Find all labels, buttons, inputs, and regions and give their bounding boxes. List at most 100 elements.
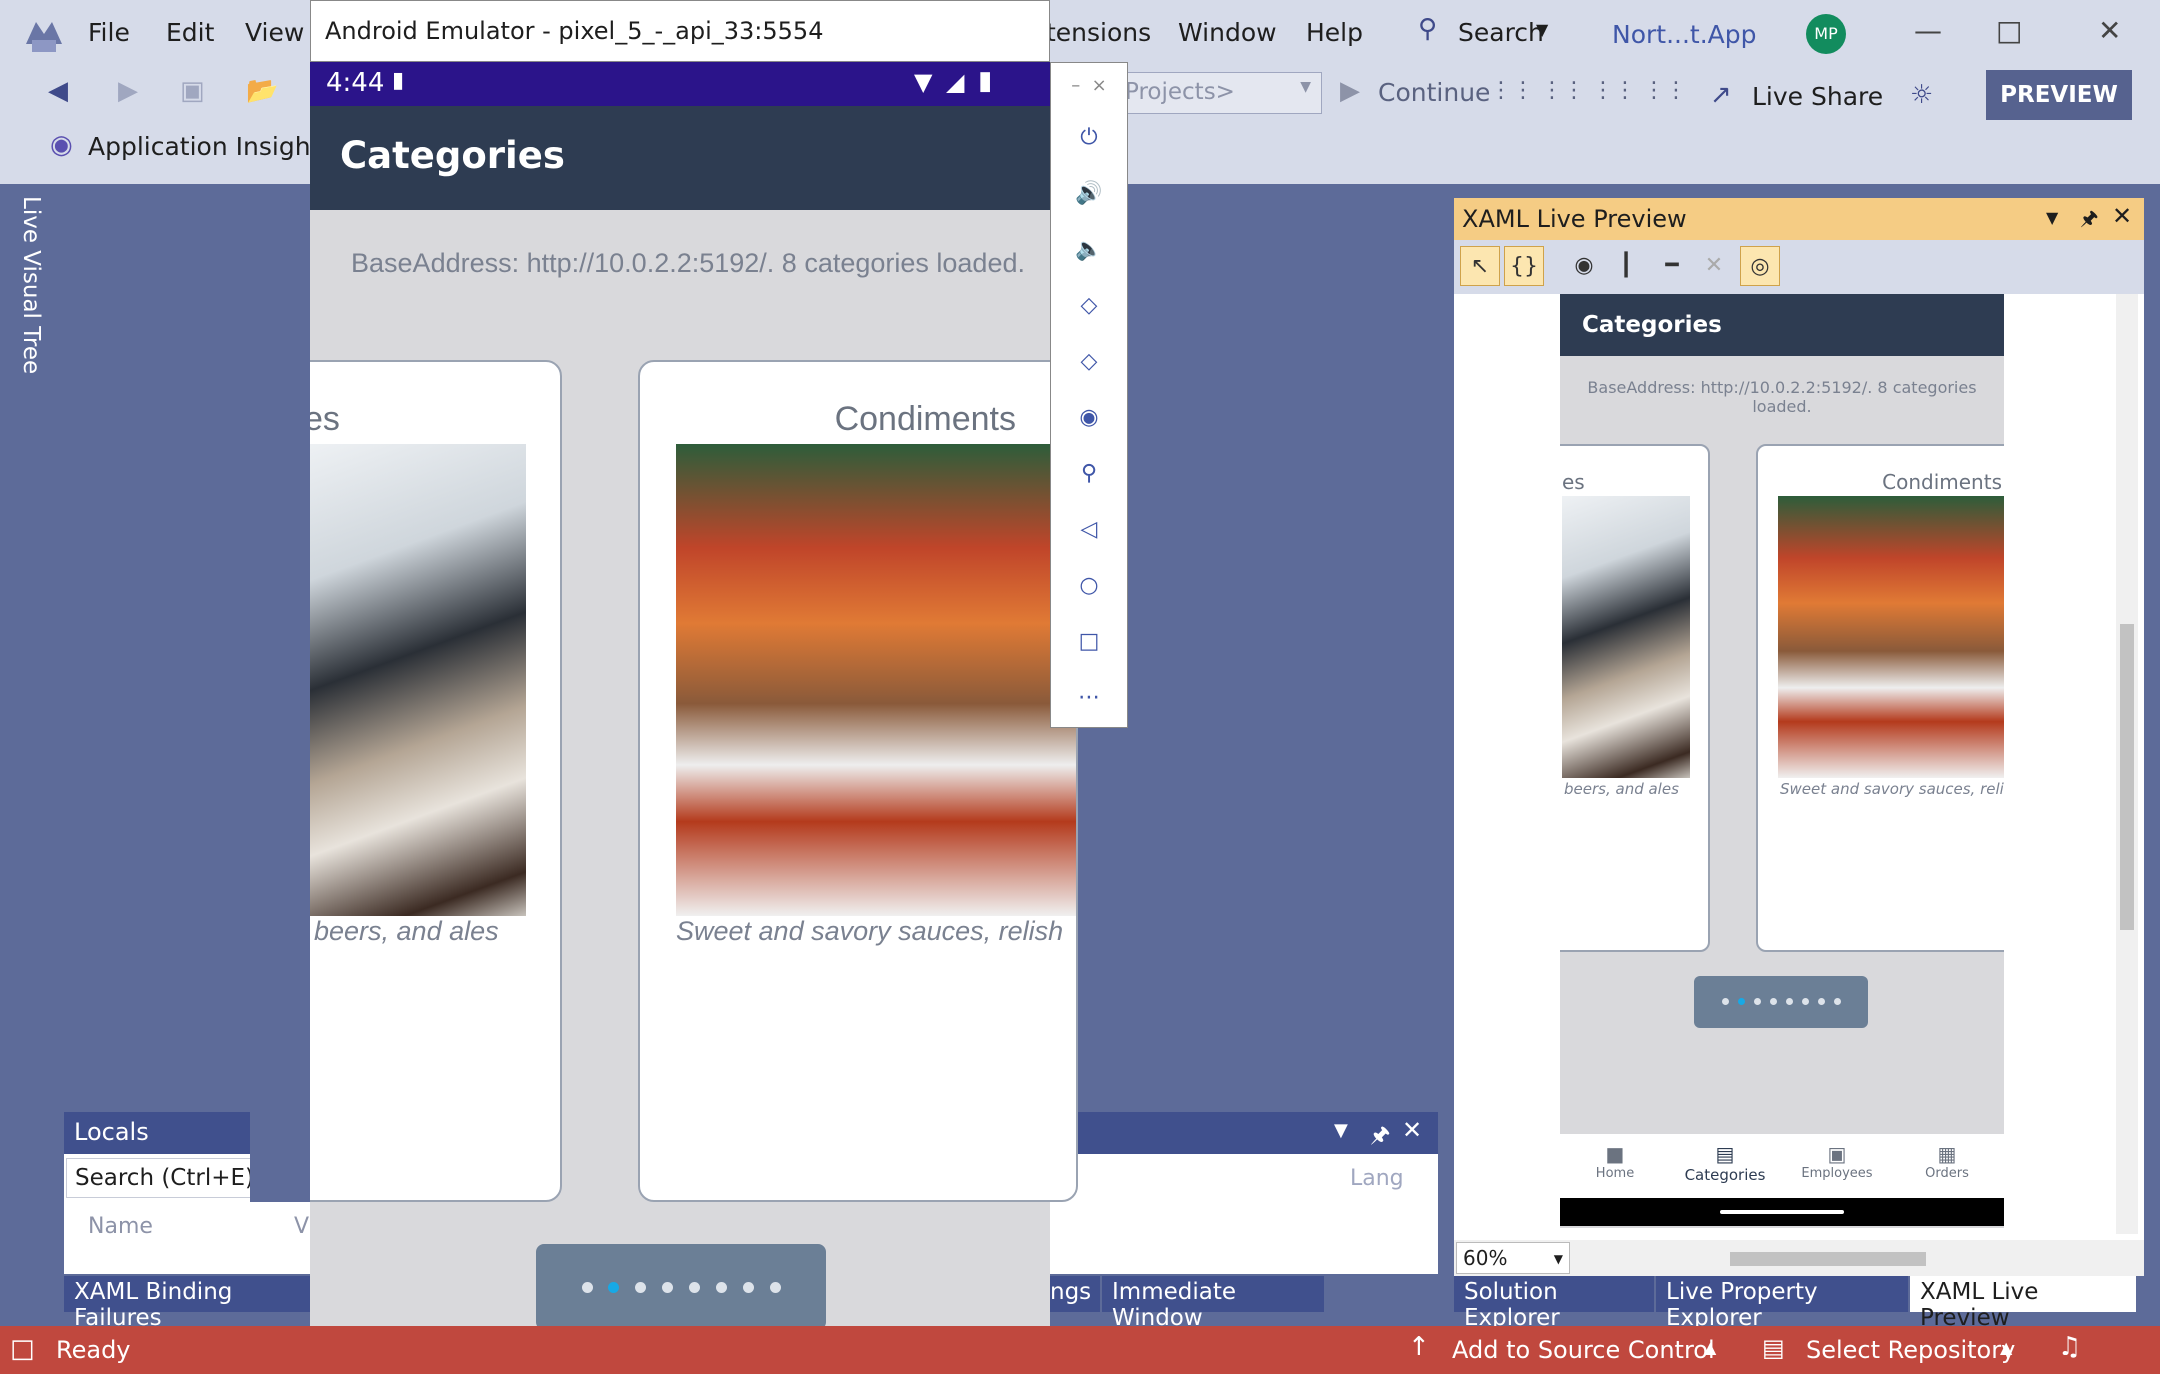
scroll-thumb[interactable] — [2120, 624, 2134, 930]
column-language[interactable]: Lang — [1350, 1166, 1404, 1191]
chevron-down-icon[interactable]: ▼ — [1334, 1120, 1348, 1141]
indicator-dot[interactable] — [1802, 998, 1809, 1005]
minimize-icon[interactable]: – × — [1051, 75, 1127, 96]
indicator-dot[interactable] — [662, 1282, 673, 1293]
select-repository[interactable]: Select Repository — [1806, 1336, 2015, 1364]
avatar[interactable]: MP — [1806, 14, 1846, 54]
continue-play-icon[interactable]: ▶ — [1340, 76, 1360, 106]
track-focus-icon[interactable]: ◎ — [1740, 246, 1780, 286]
indicator-dot[interactable] — [1754, 998, 1761, 1005]
notification-bell-icon[interactable]: ♫ — [2058, 1332, 2081, 1362]
live-share-button[interactable]: Live Share — [1752, 82, 1883, 111]
startup-projects-dropdown[interactable]: Projects> ▼ — [1114, 72, 1322, 114]
preview-bottom-bar: 60% ▼ — [1454, 1240, 2144, 1276]
menu-file[interactable]: File — [88, 18, 130, 47]
indicator-dot[interactable] — [582, 1282, 593, 1293]
indicator-dot[interactable] — [1786, 998, 1793, 1005]
indicator-dot[interactable] — [743, 1282, 754, 1293]
volume-up-icon[interactable]: 🔊 — [1051, 181, 1127, 206]
indicator-dot[interactable] — [1722, 998, 1729, 1005]
spice-jars-image — [1778, 496, 2024, 778]
preview-badge[interactable]: PREVIEW — [1986, 70, 2132, 120]
indicator-dot[interactable] — [1770, 998, 1777, 1005]
back-icon[interactable]: ◀ — [48, 76, 68, 106]
maximize-icon[interactable]: □ — [1996, 14, 2022, 47]
open-folder-icon[interactable]: 📂 — [246, 76, 278, 106]
chevron-up-icon[interactable]: ▲ — [1704, 1338, 1716, 1357]
ruler-vertical-icon[interactable]: ┃ — [1606, 246, 1646, 286]
tab-solution-explorer[interactable]: Solution Explorer — [1454, 1276, 1654, 1331]
menu-extensions[interactable]: tensions — [1046, 18, 1151, 47]
zoom-select[interactable]: 60% ▼ — [1456, 1242, 1570, 1274]
more-icon[interactable]: ⋯ — [1051, 685, 1127, 710]
indicator-dot[interactable] — [770, 1282, 781, 1293]
new-project-icon[interactable]: ▣ — [180, 76, 205, 106]
live-visual-tree-tab[interactable]: Live Visual Tree — [18, 196, 44, 374]
close-icon[interactable]: ✕ — [1402, 1116, 1422, 1144]
pin-icon[interactable]: 🖈 — [2080, 204, 2099, 238]
nav-categories[interactable]: ▤ Categories — [1670, 1142, 1780, 1184]
indicator-dot[interactable] — [716, 1282, 727, 1293]
menu-view[interactable]: View — [245, 18, 304, 47]
minimize-icon[interactable]: — — [1914, 14, 1942, 47]
coffee-pour-image — [1562, 496, 1690, 778]
indicator-dot-active[interactable] — [1738, 998, 1745, 1005]
preview-vertical-scrollbar[interactable] — [2116, 294, 2138, 1234]
preview-card-condiments[interactable]: Condiments Sweet and savory sauces, reli… — [1756, 444, 2026, 952]
clear-icon[interactable]: ✕ — [1694, 246, 1734, 286]
preview-carousel-indicator[interactable] — [1694, 976, 1868, 1028]
indicator-dot-active[interactable] — [608, 1282, 619, 1293]
rotate-left-icon[interactable]: ◇ — [1051, 293, 1127, 318]
menu-window[interactable]: Window — [1178, 18, 1277, 47]
application-insights-button[interactable]: Application Insights — [88, 132, 333, 161]
power-icon[interactable]: ⏻ — [1051, 125, 1127, 150]
nav-employees[interactable]: ▣ Employees — [1782, 1142, 1892, 1181]
gesture-handle[interactable] — [1720, 1210, 1844, 1214]
palette-icon[interactable]: ◉ — [1564, 246, 1604, 286]
back-icon[interactable]: ◁ — [1051, 517, 1127, 542]
feedback-icon[interactable]: ☼ — [1910, 80, 1933, 110]
chevron-up-icon[interactable]: ▲ — [2000, 1338, 2012, 1357]
close-icon[interactable]: ✕ — [2112, 202, 2132, 230]
display-adorners-icon[interactable]: {} — [1504, 246, 1544, 286]
menu-help[interactable]: Help — [1306, 18, 1363, 47]
scroll-thumb[interactable] — [1730, 1252, 1926, 1266]
preview-card-beverages[interactable]: es beers, and ales — [1540, 444, 1710, 952]
tab-xaml-binding-failures[interactable]: XAML Binding Failures — [64, 1276, 312, 1331]
preview-card-description: Sweet and savory sauces, relish — [1780, 780, 2022, 798]
spice-jars-image — [676, 444, 1076, 916]
chevron-down-icon[interactable]: ▼ — [1536, 20, 1548, 39]
chevron-down-icon[interactable]: ▼ — [2046, 208, 2058, 227]
ruler-horizontal-icon[interactable]: ━ — [1652, 246, 1692, 286]
tab-live-property-explorer[interactable]: Live Property Explorer — [1656, 1276, 1908, 1331]
volume-down-icon[interactable]: 🔈 — [1051, 237, 1127, 262]
search-box[interactable]: Search — [1458, 18, 1544, 47]
category-card-condiments[interactable]: Condiments Sweet and savory sauces, reli… — [638, 360, 1078, 1202]
carousel-indicator[interactable] — [536, 1244, 826, 1330]
close-icon[interactable]: ✕ — [2098, 14, 2121, 47]
indicator-dot[interactable] — [689, 1282, 700, 1293]
indicator-dot[interactable] — [635, 1282, 646, 1293]
add-to-source-control[interactable]: Add to Source Control — [1452, 1336, 1715, 1364]
rotate-right-icon[interactable]: ◇ — [1051, 349, 1127, 374]
pin-icon[interactable]: 🖈 — [1370, 1118, 1390, 1156]
select-element-icon[interactable]: ↖ — [1460, 246, 1500, 286]
overview-icon[interactable]: □ — [1051, 629, 1127, 654]
home-icon[interactable]: ○ — [1051, 573, 1127, 598]
tab-immediate-window[interactable]: Immediate Window — [1102, 1276, 1324, 1331]
menu-edit[interactable]: Edit — [166, 18, 214, 47]
solution-name[interactable]: Nort...t.App — [1612, 20, 1757, 49]
zoom-icon[interactable]: ⚲ — [1051, 461, 1127, 486]
column-name[interactable]: Name — [88, 1214, 153, 1239]
forward-icon[interactable]: ▶ — [118, 76, 138, 106]
continue-button[interactable]: Continue — [1378, 78, 1490, 107]
preview-horizontal-scrollbar[interactable] — [1580, 1242, 2134, 1274]
nav-orders[interactable]: ▦ Orders — [1892, 1142, 2002, 1181]
camera-icon[interactable]: ◉ — [1051, 405, 1127, 430]
tab-xaml-live-preview[interactable]: XAML Live Preview — [1910, 1276, 2136, 1331]
column-value[interactable]: V — [294, 1214, 309, 1239]
debug-step-icons[interactable]: ⋮⋮ ⋮⋮ ⋮⋮ ⋮⋮ — [1490, 78, 1687, 103]
indicator-dot[interactable] — [1834, 998, 1841, 1005]
indicator-dot[interactable] — [1818, 998, 1825, 1005]
nav-home[interactable]: ■ Home — [1560, 1142, 1670, 1181]
